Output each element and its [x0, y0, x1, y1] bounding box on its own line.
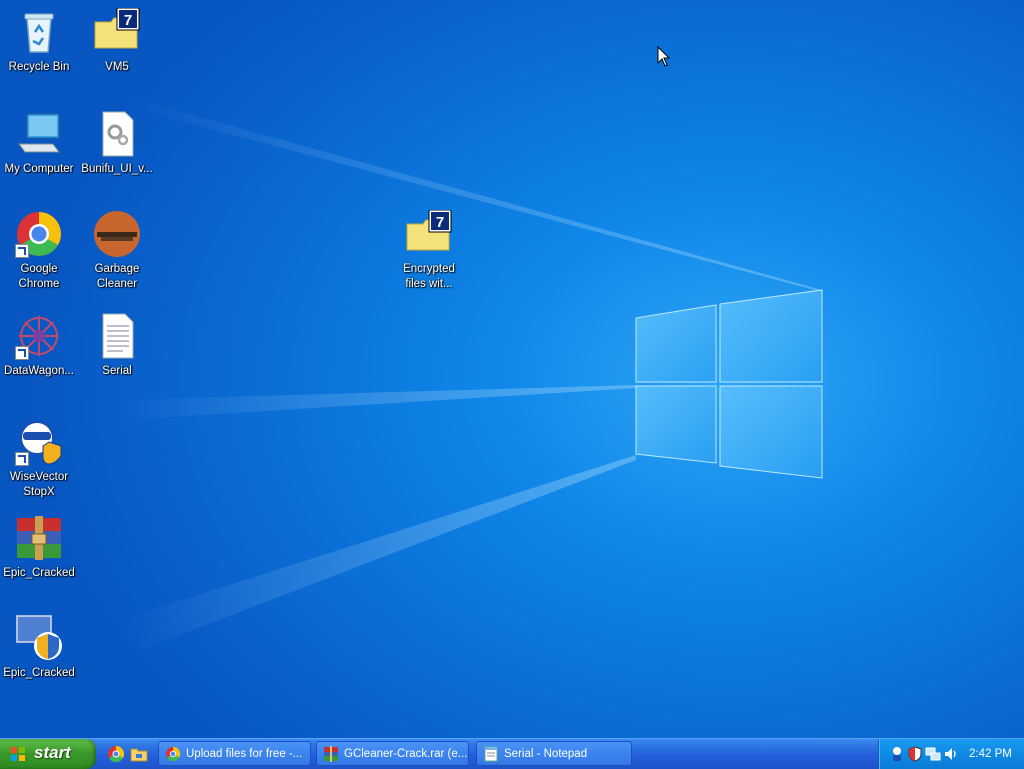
- chrome-icon: [15, 210, 63, 258]
- mouse-cursor-icon: [657, 46, 671, 67]
- taskbar-button-winrar[interactable]: GCleaner-Crack.rar (e...: [316, 741, 469, 766]
- folder-icon[interactable]: [130, 745, 148, 763]
- desktop-icon-label: Epic_Cracked: [3, 567, 75, 579]
- desktop-icon-encrypted-files[interactable]: 7 Encrypted files wit...: [388, 209, 470, 292]
- desktop-icon-label: Epic_Cracked: [3, 667, 75, 679]
- svg-text:7: 7: [124, 12, 132, 29]
- taskbar: start Upload files for free -... GCleane…: [0, 738, 1024, 769]
- desktop-icon-recycle-bin[interactable]: Recycle Bin: [0, 8, 80, 75]
- shortcut-arrow-icon: [15, 452, 29, 466]
- taskbar-button-label: Serial - Notepad: [504, 748, 588, 760]
- datawagon-icon: [15, 312, 63, 360]
- desktop-icon-epic-cracked-rar[interactable]: Epic_Cracked: [0, 514, 80, 581]
- start-button[interactable]: start: [0, 739, 96, 769]
- recycle-bin-icon: [15, 8, 63, 56]
- desktop-icon-label: Recycle Bin: [8, 61, 70, 73]
- winrar-icon: [324, 746, 338, 762]
- start-label: start: [34, 743, 71, 762]
- dll-file-icon: [93, 110, 141, 158]
- desktop-icon-serial[interactable]: Serial: [76, 312, 158, 379]
- taskbar-button-chrome[interactable]: Upload files for free -...: [158, 741, 311, 766]
- taskbar-button-notepad[interactable]: Serial - Notepad: [476, 741, 632, 766]
- windows-flag-icon: [11, 747, 25, 761]
- desktop-icon-label: DataWagon...: [4, 365, 74, 377]
- taskbar-button-label: GCleaner-Crack.rar (e...: [344, 748, 468, 760]
- desktop-icon-label: Encrypted files wit...: [403, 263, 455, 290]
- system-tray: 2:42 PM: [878, 739, 1024, 769]
- desktop-icon-label: Google Chrome: [18, 263, 60, 290]
- desktop-icon-wisevector-stopx[interactable]: WiseVector StopX: [0, 418, 80, 500]
- winrar-archive-icon: [15, 514, 63, 562]
- desktop-icon-label: Garbage Cleaner: [94, 263, 140, 290]
- desktop-icon-garbage-cleaner[interactable]: Garbage Cleaner: [76, 210, 158, 292]
- taskbar-button-label: Upload files for free -...: [186, 748, 303, 760]
- 7zip-archive-icon: 7: [93, 7, 141, 56]
- desktop-icon-vm5[interactable]: 7 VM5: [76, 7, 158, 75]
- desktop-icon-datawagon[interactable]: DataWagon...: [0, 312, 80, 379]
- desktop-icon-label: My Computer: [4, 163, 74, 175]
- security-shield-icon[interactable]: [907, 746, 923, 762]
- shortcut-arrow-icon: [15, 244, 29, 258]
- chrome-icon: [165, 746, 181, 762]
- desktop-icon-google-chrome[interactable]: Google Chrome: [0, 210, 80, 292]
- clock[interactable]: 2:42 PM: [969, 739, 1012, 769]
- garbage-cleaner-icon: [93, 210, 141, 258]
- wisevector-icon: [15, 418, 63, 466]
- desktop[interactable]: Recycle Bin 7 VM5 My Computer Bunifu_UI_…: [0, 0, 1024, 738]
- volume-icon[interactable]: [943, 746, 959, 762]
- svg-text:7: 7: [436, 214, 444, 231]
- desktop-icon-bunifu[interactable]: Bunifu_UI_v...: [76, 110, 158, 177]
- setup-shield-icon: [15, 614, 63, 662]
- chrome-icon[interactable]: [107, 745, 125, 763]
- desktop-icon-label: VM5: [105, 61, 129, 73]
- notepad-icon: [484, 746, 498, 762]
- agent-icon[interactable]: [889, 746, 905, 762]
- desktop-icon-label: Serial: [102, 365, 132, 377]
- desktop-icon-label: Bunifu_UI_v...: [81, 163, 153, 175]
- shortcut-arrow-icon: [15, 346, 29, 360]
- computer-icon: [15, 110, 63, 158]
- network-icon[interactable]: [925, 746, 941, 762]
- desktop-icon-label: WiseVector StopX: [9, 471, 69, 498]
- 7zip-archive-icon: 7: [405, 209, 453, 258]
- text-file-icon: [93, 312, 141, 360]
- desktop-icon-epic-cracked-exe[interactable]: Epic_Cracked: [0, 614, 80, 681]
- desktop-icon-my-computer[interactable]: My Computer: [0, 110, 80, 177]
